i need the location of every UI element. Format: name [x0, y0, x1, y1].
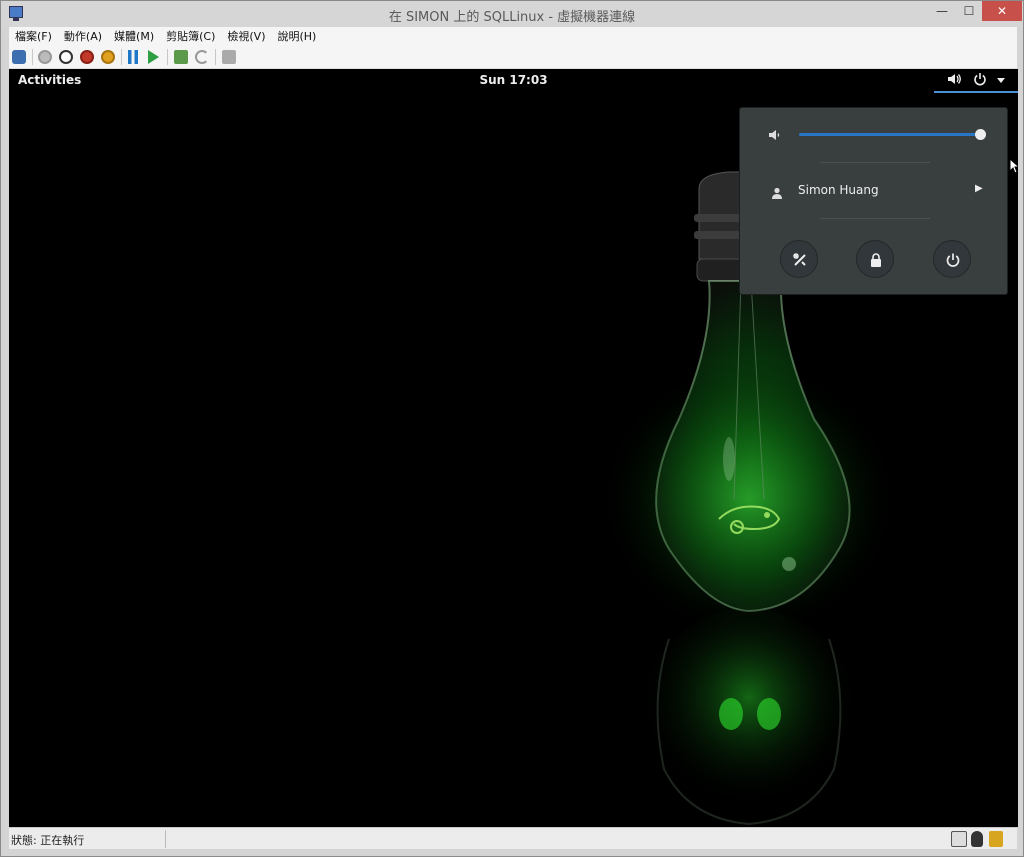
volume-slider[interactable] — [799, 133, 980, 136]
user-name: Simon Huang — [798, 183, 879, 197]
settings-button[interactable] — [780, 240, 818, 278]
toolbar-separator — [215, 49, 216, 65]
save-icon[interactable] — [101, 50, 115, 64]
shutdown-icon[interactable] — [80, 50, 94, 64]
menu-view[interactable]: 檢視(V) — [221, 28, 271, 44]
volume-icon — [768, 127, 784, 141]
menu-help[interactable]: 說明(H) — [271, 28, 322, 44]
mouse-cursor-icon — [1009, 158, 1018, 174]
lock-icon — [871, 253, 881, 267]
lock-button[interactable] — [856, 240, 894, 278]
vm-connection-window: 在 SIMON 上的 SQLLinux - 虛擬機器連線 — ☐ ✕ 檔案(F)… — [0, 0, 1024, 857]
close-button[interactable]: ✕ — [982, 1, 1022, 21]
power-off-button[interactable] — [933, 240, 971, 278]
toolbar-separator — [121, 49, 122, 65]
resume-icon[interactable] — [148, 50, 159, 64]
minimize-button[interactable]: — — [929, 1, 955, 21]
system-menu: Simon Huang ▶ — [739, 107, 1008, 295]
settings-tools-icon — [793, 253, 806, 266]
ctrl-alt-del-icon[interactable] — [12, 50, 26, 64]
checkpoint-icon[interactable] — [174, 50, 188, 64]
vm-screen[interactable]: Activities Sun 17:03 Simon Huang ▶ — [9, 69, 1018, 827]
status-bar: 狀態: 正在執行 — [9, 827, 1017, 849]
toolbar — [9, 45, 1017, 69]
user-menu-item[interactable]: Simon Huang ▶ — [740, 178, 1009, 204]
tux-icon[interactable] — [971, 831, 983, 847]
user-icon — [771, 184, 783, 203]
enhanced-session-icon[interactable] — [222, 50, 236, 64]
start-icon[interactable] — [38, 50, 52, 64]
volume-icon — [947, 72, 961, 90]
window-title: 在 SIMON 上的 SQLLinux - 虛擬機器連線 — [388, 10, 636, 25]
pause-icon[interactable] — [128, 50, 138, 64]
revert-icon[interactable] — [195, 50, 209, 64]
toolbar-separator — [32, 49, 33, 65]
menu-bar: 檔案(F) 動作(A) 媒體(M) 剪貼簿(C) 檢視(V) 說明(H) — [9, 27, 1017, 45]
clock[interactable]: Sun 17:03 — [9, 73, 1018, 87]
menu-file[interactable]: 檔案(F) — [9, 28, 58, 44]
submenu-arrow-icon: ▶ — [975, 183, 983, 194]
menu-divider — [820, 218, 930, 219]
title-bar[interactable]: 在 SIMON 上的 SQLLinux - 虛擬機器連線 — ☐ ✕ — [1, 1, 1023, 27]
lock-status-icon[interactable] — [989, 831, 1003, 847]
menu-media[interactable]: 媒體(M) — [108, 28, 160, 44]
menu-divider — [820, 162, 930, 163]
menu-clipboard[interactable]: 剪貼簿(C) — [160, 28, 221, 44]
system-indicators[interactable] — [934, 69, 1018, 93]
turn-off-icon[interactable] — [59, 50, 73, 64]
power-icon — [946, 253, 960, 267]
toolbar-separator — [167, 49, 168, 65]
status-text: 狀態: 正在執行 — [11, 834, 85, 847]
volume-slider-handle[interactable] — [975, 129, 986, 140]
status-separator — [165, 830, 166, 848]
menu-action[interactable]: 動作(A) — [58, 28, 108, 44]
gnome-top-bar: Activities Sun 17:03 — [9, 69, 1018, 93]
chevron-down-icon — [996, 74, 1006, 89]
keyboard-icon[interactable] — [951, 831, 967, 847]
maximize-button[interactable]: ☐ — [956, 1, 982, 21]
power-icon — [973, 72, 987, 90]
